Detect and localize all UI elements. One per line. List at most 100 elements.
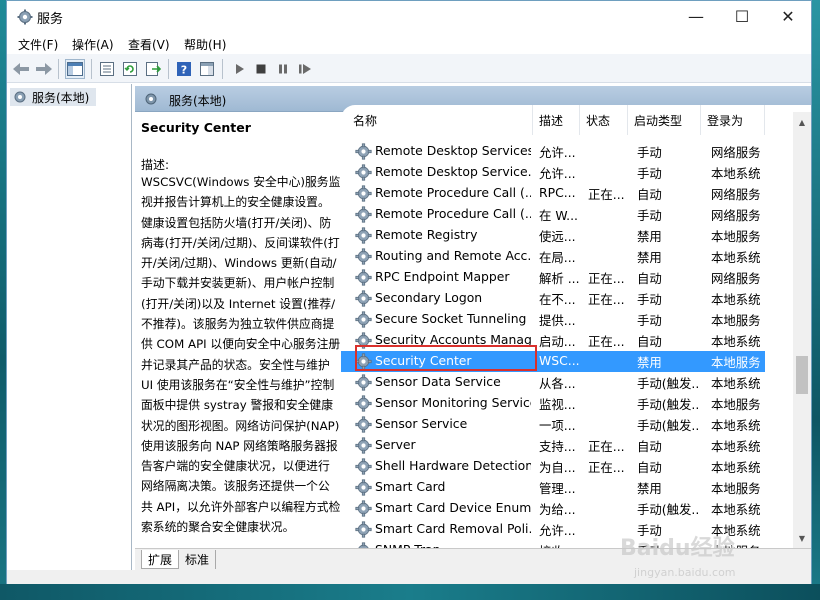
service-description: 提供... bbox=[539, 313, 576, 328]
service-status: 正在... bbox=[588, 439, 625, 454]
title-bar[interactable]: 服务 — ☐ ✕ bbox=[7, 1, 811, 32]
service-row[interactable]: Sensor Data Service 从各... 手动(触发... 本地系统 bbox=[341, 372, 765, 393]
service-description: 在 W... bbox=[539, 208, 578, 223]
scrollbar-thumb[interactable] bbox=[796, 356, 808, 394]
service-startup-type: 自动 bbox=[637, 439, 662, 454]
service-row[interactable]: Server 支持... 正在... 自动 本地系统 bbox=[341, 435, 765, 456]
scroll-down-icon[interactable]: ▼ bbox=[793, 530, 811, 546]
properties-icon[interactable] bbox=[97, 59, 117, 79]
service-description: 允许... bbox=[539, 523, 576, 538]
service-name: Server bbox=[375, 437, 416, 452]
service-log-on-as: 本地系统 bbox=[711, 250, 761, 265]
service-row[interactable]: RPC Endpoint Mapper 解析 ... 正在... 自动 网络服务 bbox=[341, 267, 765, 288]
service-description: 管理... bbox=[539, 481, 576, 496]
restart-service-icon[interactable] bbox=[295, 59, 315, 79]
service-name: Routing and Remote Acc... bbox=[375, 248, 531, 263]
service-status: 正在... bbox=[588, 334, 625, 349]
service-row[interactable]: Remote Desktop Services 允许... 手动 网络服务 bbox=[341, 141, 765, 162]
column-header-name[interactable]: 名称 bbox=[347, 105, 533, 135]
service-log-on-as: 本地系统 bbox=[711, 166, 761, 181]
service-row[interactable]: Shell Hardware Detection 为自... 正在... 自动 本地系统 bbox=[341, 456, 765, 477]
column-header-description[interactable]: 描述 bbox=[533, 105, 580, 135]
service-row[interactable]: Routing and Remote Acc... 在局... 禁用 本地系统 bbox=[341, 246, 765, 267]
service-row[interactable]: Smart Card Device Enum... 为给... 手动(触发... 本地… bbox=[341, 498, 765, 519]
forward-arrow-icon[interactable] bbox=[34, 59, 54, 79]
tab-extended[interactable]: 扩展 bbox=[141, 550, 180, 569]
service-startup-type: 自动 bbox=[637, 271, 662, 286]
service-startup-type: 自动 bbox=[637, 187, 662, 202]
close-icon: ✕ bbox=[781, 7, 795, 26]
minimize-button[interactable]: — bbox=[673, 1, 719, 32]
menu-view[interactable]: 查看(V) bbox=[128, 36, 170, 53]
services-gear-icon bbox=[14, 91, 26, 103]
service-log-on-as: 本地系统 bbox=[711, 439, 761, 454]
show-hide-console-tree-icon[interactable] bbox=[65, 59, 85, 79]
service-name: Remote Desktop Service... bbox=[375, 164, 531, 179]
scroll-up-icon[interactable]: ▲ bbox=[793, 114, 811, 130]
desktop-background-bottom bbox=[0, 584, 820, 600]
service-description: 为给... bbox=[539, 502, 576, 517]
service-gear-icon bbox=[355, 374, 372, 391]
services-window: 服务 — ☐ ✕ 文件(F) 操作(A) 查看(V) 帮助(H) ? 服务(本地… bbox=[6, 0, 812, 584]
service-startup-type: 禁用 bbox=[637, 355, 662, 370]
service-description: 允许... bbox=[539, 145, 576, 160]
service-status: 正在... bbox=[588, 292, 625, 307]
desktop-background-right bbox=[812, 0, 820, 600]
column-header-label: 描述 bbox=[539, 113, 564, 128]
tab-label: 标准 bbox=[185, 553, 210, 567]
pause-service-icon[interactable] bbox=[273, 59, 293, 79]
menu-help[interactable]: 帮助(H) bbox=[184, 36, 226, 53]
services-gear-icon bbox=[17, 9, 33, 25]
service-log-on-as: 网络服务 bbox=[711, 187, 761, 202]
service-row[interactable]: Sensor Monitoring Service 监视... 手动(触发... 本地… bbox=[341, 393, 765, 414]
maximize-button[interactable]: ☐ bbox=[719, 1, 765, 32]
refresh-icon[interactable] bbox=[120, 59, 140, 79]
column-header-log-on-as[interactable]: 登录为 bbox=[701, 105, 765, 135]
tab-standard[interactable]: 标准 bbox=[179, 550, 217, 569]
tree-node-services-local[interactable]: 服务(本地) bbox=[10, 88, 96, 106]
export-list-icon[interactable] bbox=[143, 59, 163, 79]
service-gear-icon bbox=[355, 248, 372, 265]
service-description: RPC... bbox=[539, 185, 576, 200]
column-header-status[interactable]: 状态 bbox=[580, 105, 628, 135]
service-log-on-as: 网络服务 bbox=[711, 145, 761, 160]
start-service-icon[interactable] bbox=[229, 59, 249, 79]
column-header-label: 登录为 bbox=[707, 113, 744, 128]
svg-text:?: ? bbox=[181, 64, 187, 77]
service-row[interactable]: Secure Socket Tunneling ... 提供... 手动 本地服务 bbox=[341, 309, 765, 330]
window-title: 服务 bbox=[37, 12, 64, 27]
service-description: 从各... bbox=[539, 376, 576, 391]
action-pane-icon[interactable] bbox=[197, 59, 217, 79]
column-header-label: 名称 bbox=[353, 113, 378, 128]
service-gear-icon bbox=[355, 395, 372, 412]
help-icon[interactable]: ? bbox=[174, 59, 194, 79]
column-header-label: 启动类型 bbox=[634, 113, 683, 128]
service-gear-icon bbox=[355, 290, 372, 307]
service-status: 正在... bbox=[588, 271, 625, 286]
stop-service-icon[interactable] bbox=[251, 59, 271, 79]
service-row[interactable]: Secondary Logon 在不... 正在... 手动 本地系统 bbox=[341, 288, 765, 309]
menu-file[interactable]: 文件(F) bbox=[18, 36, 58, 53]
service-row[interactable]: Remote Procedure Call (... RPC... 正在... 自动 网… bbox=[341, 183, 765, 204]
header-title: 服务(本地) bbox=[169, 94, 227, 108]
column-header-startup-type[interactable]: 启动类型 bbox=[628, 105, 701, 135]
close-button[interactable]: ✕ bbox=[765, 1, 811, 32]
menu-action[interactable]: 操作(A) bbox=[72, 36, 114, 53]
service-row[interactable]: Remote Desktop Service... 允许... 手动 本地系统 bbox=[341, 162, 765, 183]
tree-node-label: 服务(本地) bbox=[32, 90, 90, 105]
service-log-on-as: 本地系统 bbox=[711, 460, 761, 475]
back-arrow-icon[interactable] bbox=[11, 59, 31, 79]
service-row[interactable]: Sensor Service 一项... 手动(触发... 本地系统 bbox=[341, 414, 765, 435]
service-row[interactable]: Smart Card 管理... 禁用 本地服务 bbox=[341, 477, 765, 498]
description-label: 描述: bbox=[141, 158, 170, 172]
service-row[interactable]: Remote Registry 使远... 禁用 本地服务 bbox=[341, 225, 765, 246]
service-row[interactable]: Remote Procedure Call (... 在 W... 手动 网络服务 bbox=[341, 204, 765, 225]
vertical-scrollbar[interactable]: ▲ ▼ bbox=[793, 112, 811, 548]
service-name: Secure Socket Tunneling ... bbox=[375, 311, 531, 326]
service-description: 监视... bbox=[539, 397, 576, 412]
service-gear-icon bbox=[355, 269, 372, 286]
service-gear-icon bbox=[355, 206, 372, 223]
service-log-on-as: 网络服务 bbox=[711, 208, 761, 223]
service-name: Remote Registry bbox=[375, 227, 478, 242]
service-startup-type: 自动 bbox=[637, 334, 662, 349]
